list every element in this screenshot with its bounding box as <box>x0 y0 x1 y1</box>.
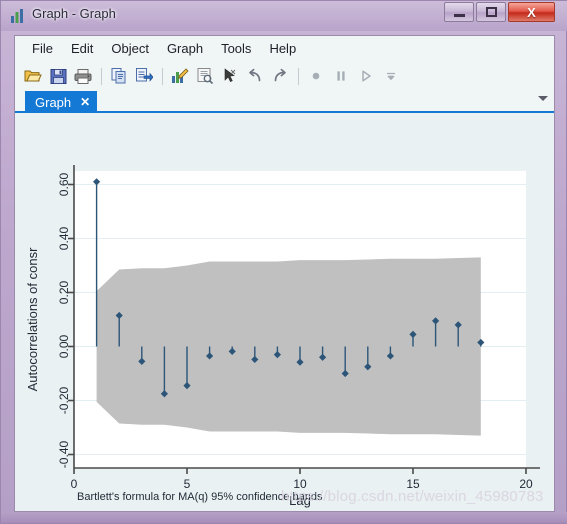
autocorrelation-plot: -0.40-0.200.000.200.400.60 0 5 10 15 20 Auto… <box>15 113 554 511</box>
minimize-button[interactable] <box>444 2 474 22</box>
svg-text:5: 5 <box>184 477 191 491</box>
close-button[interactable]: X <box>508 2 555 22</box>
redo-icon[interactable] <box>268 64 292 88</box>
graph-canvas: -0.40 -0.20 0.00 0.20 0.40 0.60 0 5 10 15 20 Auto… <box>15 113 554 511</box>
menu-item-graph[interactable]: Graph <box>158 38 212 59</box>
tab-label: Graph <box>35 94 72 110</box>
svg-text:0.20: 0.20 <box>57 280 71 304</box>
menu-item-file[interactable]: File <box>23 38 62 59</box>
svg-text:0.00: 0.00 <box>57 334 71 358</box>
menu-item-object[interactable]: Object <box>102 38 158 59</box>
toolbar <box>15 61 554 91</box>
record-icon[interactable] <box>304 64 328 88</box>
pause-icon[interactable] <box>329 64 353 88</box>
maximize-icon <box>485 7 497 17</box>
toolbar-separator <box>298 67 299 85</box>
svg-text:-0.40: -0.40 <box>57 441 71 469</box>
more-icon[interactable] <box>379 64 403 88</box>
save-icon[interactable] <box>46 64 70 88</box>
menu-item-tools[interactable]: Tools <box>212 38 260 59</box>
graph-window: Graph - Graph X File Edit Object Graph T… <box>0 0 567 524</box>
print-icon[interactable] <box>71 64 95 88</box>
minimize-icon <box>453 13 465 17</box>
confidence-band <box>96 257 481 436</box>
svg-text:0: 0 <box>71 477 78 491</box>
close-icon: X <box>527 4 536 20</box>
toolbar-separator <box>162 67 163 85</box>
open-icon[interactable] <box>21 64 45 88</box>
svg-text:0.40: 0.40 <box>57 226 71 250</box>
window-title: Graph - Graph <box>32 6 116 21</box>
play-icon[interactable] <box>354 64 378 88</box>
watermark: https://blog.csdn.net/weixin_45980783 <box>281 488 544 505</box>
svg-text:-0.20: -0.20 <box>57 387 71 415</box>
undo-icon[interactable] <box>243 64 267 88</box>
edit-graph-icon[interactable] <box>168 64 192 88</box>
preview-icon[interactable] <box>193 64 217 88</box>
menu-bar: File Edit Object Graph Tools Help <box>15 36 554 61</box>
paste-icon[interactable] <box>132 64 156 88</box>
bar-chart-icon <box>10 8 26 24</box>
window-bottom-strip <box>1 512 567 523</box>
pointer-icon[interactable] <box>218 64 242 88</box>
toolbar-separator <box>101 67 102 85</box>
y-axis-label: Autocorrelations of consr <box>25 247 40 391</box>
tab-close-icon[interactable]: ✕ <box>80 95 90 109</box>
tab-strip: Graph ✕ <box>15 91 554 113</box>
chevron-down-icon[interactable] <box>538 96 548 101</box>
tab-graph[interactable]: Graph ✕ <box>25 91 98 113</box>
menu-item-help[interactable]: Help <box>260 38 305 59</box>
maximize-button[interactable] <box>476 2 506 22</box>
menu-item-edit[interactable]: Edit <box>62 38 102 59</box>
svg-text:0.60: 0.60 <box>57 172 71 196</box>
client-area: File Edit Object Graph Tools Help Graph … <box>14 35 555 512</box>
title-bar: Graph - Graph X <box>1 1 567 31</box>
copy-icon[interactable] <box>107 64 131 88</box>
